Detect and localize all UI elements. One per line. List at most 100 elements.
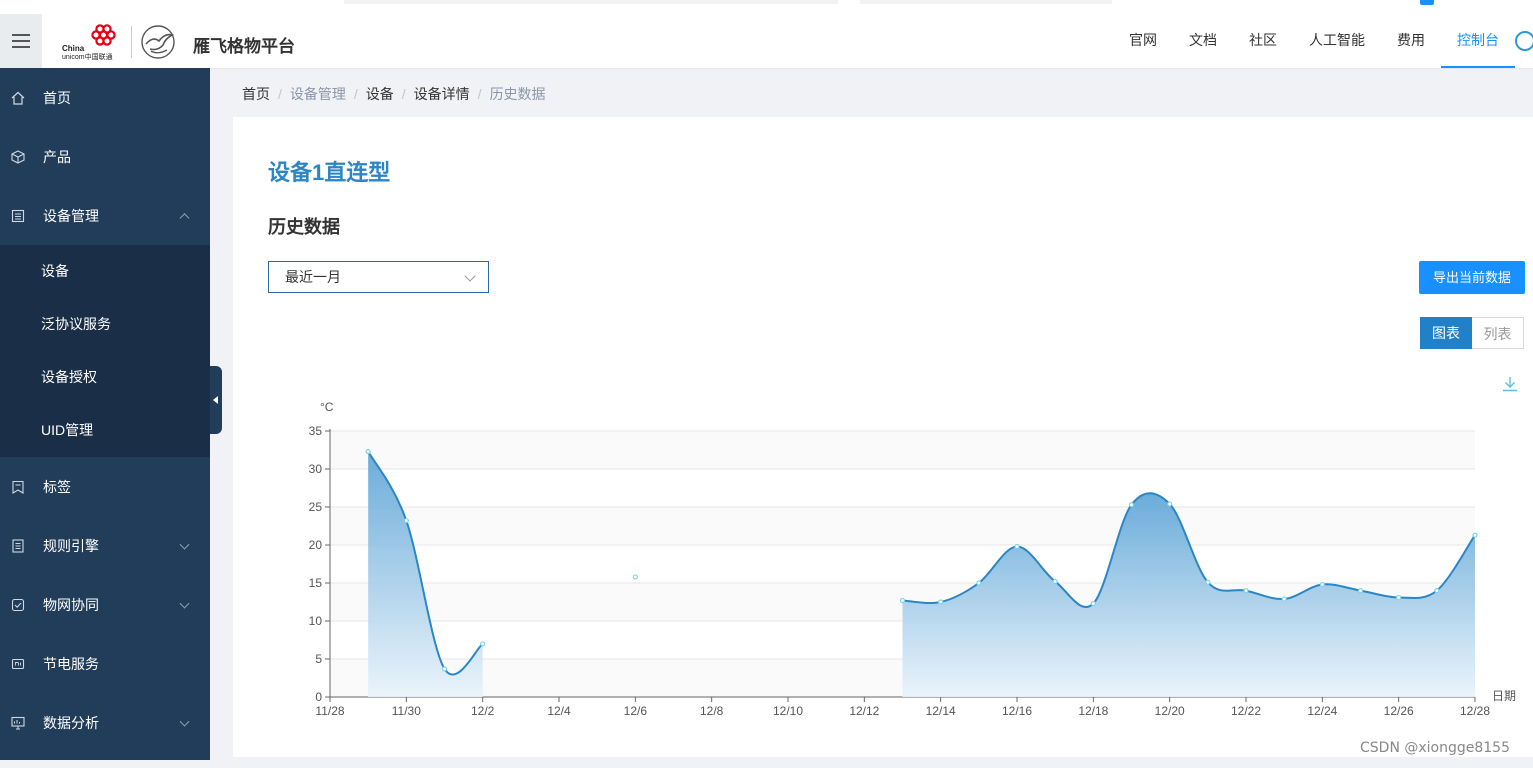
nav-console[interactable]: 控制台 <box>1441 14 1515 68</box>
doc-icon <box>10 538 26 554</box>
sidebar-item-data-analysis[interactable]: 数据分析 <box>0 693 210 752</box>
y-tick-label: 5 <box>315 652 322 666</box>
sidebar-item-label: 规则引擎 <box>43 537 99 554</box>
y-tick-label: 10 <box>309 614 323 628</box>
data-point <box>1167 501 1173 507</box>
monitor-icon <box>10 715 26 731</box>
data-point <box>1319 581 1325 588</box>
top-strip <box>0 0 1533 15</box>
breadcrumb-device-management[interactable]: 设备管理 <box>290 84 346 104</box>
data-point <box>899 597 906 604</box>
top-ghost-bar-2 <box>860 0 1112 4</box>
top-ghost-bar <box>344 0 838 4</box>
y-tick-label: 0 <box>315 690 322 704</box>
chevron-up-icon <box>179 212 190 223</box>
app-header: China unicom中国联通 雁飞格物平台 官网 文档 社区 人工智能 费用… <box>0 14 1533 69</box>
chevron-down-icon <box>179 598 190 609</box>
sidebar-item-network-collab[interactable]: 物网协同 <box>0 575 210 634</box>
data-point <box>480 641 486 647</box>
data-point <box>1243 588 1249 594</box>
x-tick-label: 12/24 <box>1307 704 1337 718</box>
x-axis-label: 日期 <box>1492 689 1516 703</box>
breadcrumb-home[interactable]: 首页 <box>242 84 270 104</box>
x-tick-label: 12/12 <box>849 704 879 718</box>
x-tick-label: 12/4 <box>547 704 571 718</box>
sidebar: 首页 产品 设备管理 设备 泛协议服务 设备授权 UID管理 标签 规则引擎 物… <box>0 68 210 760</box>
sidebar-subitem-device[interactable]: 设备 <box>0 245 210 298</box>
x-tick-label: 12/14 <box>926 704 956 718</box>
sidebar-subitem-device-auth[interactable]: 设备授权 <box>0 351 210 404</box>
data-point <box>1014 543 1020 550</box>
unicom-knot-icon <box>91 24 116 46</box>
content-panel: 设备1直连型 历史数据 最近一月 导出当前数据 图表 列表 0 5 10 15 20 25… <box>233 117 1533 757</box>
sidebar-item-home[interactable]: 首页 <box>0 68 210 127</box>
breadcrumb-history-data: 历史数据 <box>489 86 546 102</box>
top-ghost-button <box>1420 0 1434 5</box>
chevron-down-icon <box>179 539 190 550</box>
data-point <box>938 599 944 605</box>
sidebar-item-label: 数据分析 <box>43 714 99 731</box>
cube-icon <box>10 149 26 165</box>
x-tick-label: 12/8 <box>700 704 724 718</box>
grid-band <box>330 431 1475 469</box>
breadcrumb-device[interactable]: 设备 <box>366 84 394 104</box>
x-tick-label: 12/28 <box>1460 704 1490 718</box>
sidebar-item-label: 节电服务 <box>43 655 99 672</box>
device-management-submenu: 设备 泛协议服务 设备授权 UID管理 <box>0 245 210 457</box>
y-tick-label: 35 <box>309 424 323 438</box>
sidebar-item-product[interactable]: 产品 <box>0 127 210 186</box>
sidebar-item-label: 设备管理 <box>43 207 99 224</box>
sidebar-item-power-saving[interactable]: 节电服务 <box>0 634 210 693</box>
x-tick-label: 12/22 <box>1231 704 1261 718</box>
data-point <box>976 580 982 586</box>
check-square-icon <box>10 597 26 613</box>
x-tick-label: 12/18 <box>1078 704 1108 718</box>
data-point <box>1396 594 1402 601</box>
home-icon <box>10 90 26 106</box>
nav-docs[interactable]: 文档 <box>1173 14 1233 66</box>
user-avatar-icon[interactable] <box>1515 14 1533 68</box>
sidebar-item-rule-engine[interactable]: 规则引擎 <box>0 516 210 575</box>
nav-ai[interactable]: 人工智能 <box>1293 14 1381 66</box>
sidebar-subitem-uid-management[interactable]: UID管理 <box>0 404 210 457</box>
nav-community[interactable]: 社区 <box>1233 14 1293 66</box>
x-tick-label: 12/20 <box>1155 704 1185 718</box>
list-icon <box>10 208 26 224</box>
history-chart: 0 5 10 15 20 25 30 35 °C 日期 11/28 11/30 12/2 12/4 12/6… <box>309 400 1516 718</box>
y-tick-label: 25 <box>309 500 323 514</box>
nav-official-site[interactable]: 官网 <box>1113 14 1173 66</box>
data-point <box>365 448 371 455</box>
nav-billing[interactable]: 费用 <box>1381 14 1441 66</box>
x-tick-label: 12/2 <box>471 704 495 718</box>
logo-text-unicom: unicom中国联通 <box>62 54 113 61</box>
y-axis-label: °C <box>320 400 334 414</box>
bird-logo-icon <box>141 25 175 59</box>
data-point <box>632 574 638 580</box>
x-tick-label: 11/30 <box>392 704 421 718</box>
breadcrumb: 首页 / 设备管理 / 设备 / 设备详情 / 历史数据 <box>242 84 546 104</box>
sidebar-collapse-handle[interactable] <box>210 366 222 434</box>
x-tick-label: 12/16 <box>1002 704 1032 718</box>
y-tick-label: 30 <box>309 462 323 476</box>
data-point <box>1205 579 1211 585</box>
x-tick-label: 11/28 <box>315 704 344 718</box>
sidebar-item-tags[interactable]: 标签 <box>0 457 210 516</box>
data-point <box>1472 532 1478 538</box>
power-icon <box>10 656 26 672</box>
data-point <box>1128 502 1135 508</box>
breadcrumb-device-detail[interactable]: 设备详情 <box>414 84 470 104</box>
top-nav: 官网 文档 社区 人工智能 费用 控制台 <box>1113 14 1533 68</box>
sidebar-item-label: 产品 <box>43 148 71 165</box>
data-point <box>1052 578 1058 585</box>
x-tick-label: 12/10 <box>773 704 803 718</box>
tag-icon <box>10 479 26 495</box>
chevron-down-icon <box>179 716 190 727</box>
logo-divider <box>131 26 132 58</box>
sidebar-subitem-protocol-service[interactable]: 泛协议服务 <box>0 298 210 351</box>
menu-toggle-button[interactable] <box>0 14 42 68</box>
sidebar-item-label: 首页 <box>43 89 71 106</box>
sidebar-item-label: 标签 <box>43 478 71 495</box>
sidebar-item-device-management[interactable]: 设备管理 <box>0 186 210 245</box>
data-point <box>1434 588 1440 594</box>
data-point <box>1090 600 1096 607</box>
